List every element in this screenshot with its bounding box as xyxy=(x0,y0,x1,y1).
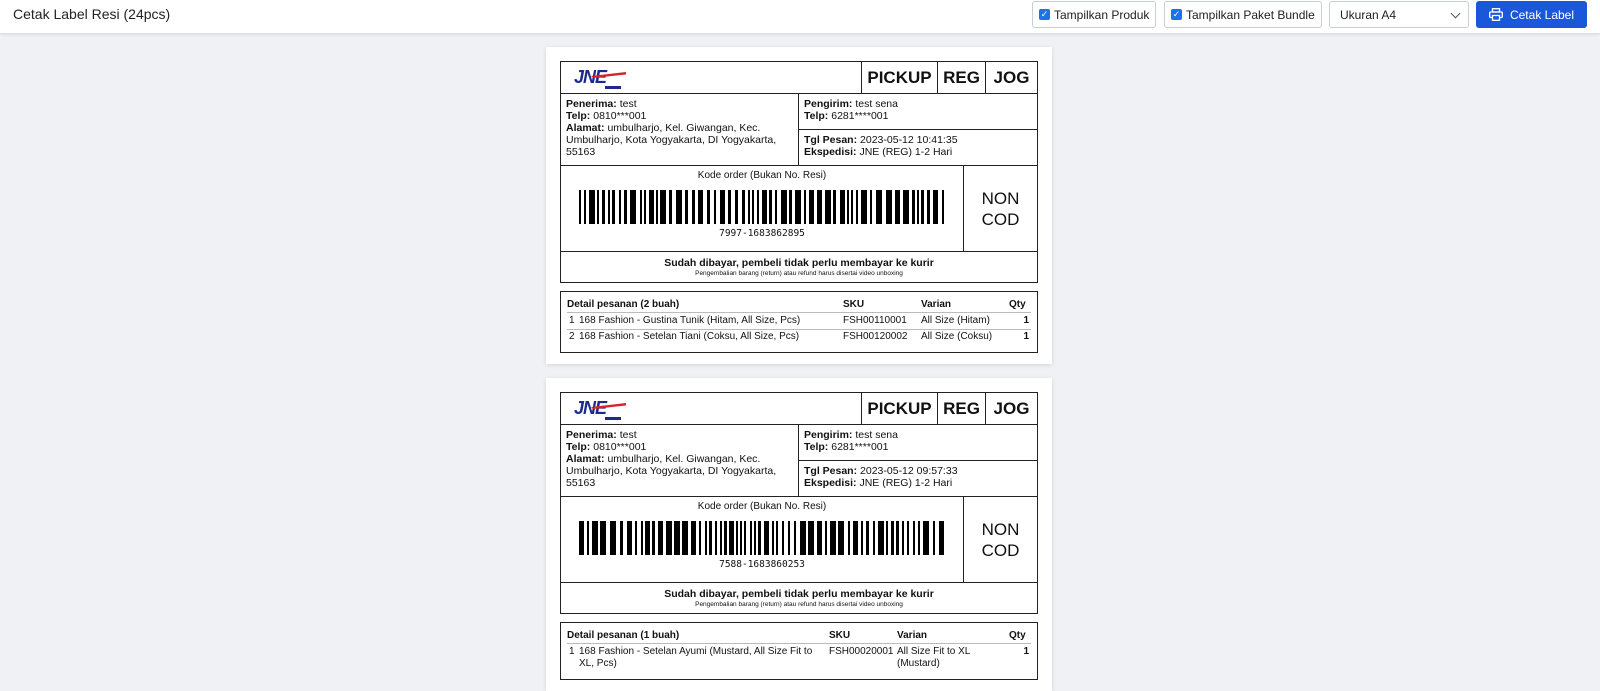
paid-note: Sudah dibayar, pembeli tidak perlu memba… xyxy=(664,257,934,269)
printer-icon xyxy=(1489,8,1503,21)
checkbox-checked-icon: ✓ xyxy=(1171,9,1182,20)
label-header: JNE PICKUP REG JOG xyxy=(561,393,1037,425)
order-info: Tgl Pesan: 2023-05-12 10:41:35 Ekspedisi… xyxy=(804,134,958,158)
cod-status: NON COD xyxy=(963,497,1037,582)
jne-logo: JNE xyxy=(571,66,627,97)
col-qty: Qty xyxy=(1009,630,1026,641)
recipient-info: Penerima: test Telp: 0810***001 Alamat: … xyxy=(561,425,799,496)
col-sku: SKU xyxy=(829,630,851,641)
table-row: 1 168 Fashion - Setelan Ayumi (Mustard, … xyxy=(569,646,1029,669)
order-detail-table: Detail pesanan (1 buah) SKU Varian Qty 1… xyxy=(560,622,1038,680)
svg-text:JNE: JNE xyxy=(574,398,608,418)
item-name: 168 Fashion - Setelan Ayumi (Mustard, Al… xyxy=(579,646,813,669)
recipient-name: test xyxy=(619,429,637,441)
recipient-name: test xyxy=(619,98,637,110)
address-section: Penerima: test Telp: 0810***001 Alamat: … xyxy=(561,425,1037,497)
order-code-title: Kode order (Bukan No. Resi) xyxy=(697,170,827,181)
order-barcode xyxy=(579,190,944,224)
checkbox-checked-icon: ✓ xyxy=(1039,9,1050,20)
shipping-label-card: JNE PICKUP REG JOG Penerima: test Telp: … xyxy=(546,47,1052,364)
sender-phone: 6281****001 xyxy=(831,110,889,122)
show-products-label: Tampilkan Produk xyxy=(1054,7,1150,22)
col-variant: Varian xyxy=(921,299,952,310)
order-date: 2023-05-12 09:57:33 xyxy=(860,465,958,477)
service-tag: JOG xyxy=(985,62,1037,93)
recipient-info: Penerima: test Telp: 0810***001 Alamat: … xyxy=(561,94,799,165)
col-qty: Qty xyxy=(1009,299,1026,310)
col-variant: Varian xyxy=(897,630,928,641)
address-section: Penerima: test Telp: 0810***001 Alamat: … xyxy=(561,94,1037,166)
return-note: Pengembalian barang (return) atau refund… xyxy=(695,601,903,608)
table-row: 2 168 Fashion - Setelan Tiani (Coksu, Al… xyxy=(569,331,1029,342)
show-bundle-checkbox[interactable]: ✓ Tampilkan Paket Bundle xyxy=(1164,1,1322,28)
chevron-down-icon xyxy=(1450,8,1461,19)
service-tag: JOG xyxy=(985,393,1037,424)
expedition: JNE (REG) 1-2 Hari xyxy=(859,477,953,489)
print-label-text: Cetak Label xyxy=(1509,7,1575,22)
order-info: Tgl Pesan: 2023-05-12 09:57:33 Ekspedisi… xyxy=(804,465,958,489)
show-bundle-label: Tampilkan Paket Bundle xyxy=(1186,7,1315,22)
detail-header: Detail pesanan (2 buah) xyxy=(567,299,680,310)
label-header: JNE PICKUP REG JOG xyxy=(561,62,1037,94)
item-variant: All Size (Coksu) xyxy=(921,331,993,342)
order-code: 7588-1683860253 xyxy=(719,559,805,570)
order-date: 2023-05-12 10:41:35 xyxy=(860,134,958,146)
expedition: JNE (REG) 1-2 Hari xyxy=(859,146,953,158)
payment-note: Sudah dibayar, pembeli tidak perlu memba… xyxy=(561,583,1037,614)
col-sku: SKU xyxy=(843,299,865,310)
toolbar: Cetak Label Resi (24pcs) ✓ Tampilkan Pro… xyxy=(0,0,1600,34)
sender-name: test sena xyxy=(855,98,898,110)
sender-phone: 6281****001 xyxy=(831,441,889,453)
item-variant: All Size Fit to XL (Mustard) xyxy=(897,646,970,669)
table-header: Detail pesanan (1 buah) SKU Varian Qty xyxy=(567,629,1031,644)
show-products-checkbox[interactable]: ✓ Tampilkan Produk xyxy=(1032,1,1157,28)
item-sku: FSH00020001 xyxy=(829,646,894,657)
paper-size-select[interactable]: Ukuran A4 xyxy=(1329,1,1469,28)
sender-info: Pengirim: test sena Telp: 6281****001 xyxy=(799,94,1037,130)
return-note: Pengembalian barang (return) atau refund… xyxy=(695,270,903,277)
page-title: Cetak Label Resi (24pcs) xyxy=(13,6,171,22)
item-sku: FSH00120002 xyxy=(843,331,908,342)
item-variant: All Size (Hitam) xyxy=(921,315,990,326)
service-tag: REG xyxy=(937,393,985,424)
item-qty: 1 xyxy=(1023,315,1029,326)
item-qty: 1 xyxy=(1023,331,1029,342)
svg-text:JNE: JNE xyxy=(574,67,608,87)
order-barcode xyxy=(579,521,944,555)
sender-info: Pengirim: test sena Telp: 6281****001 xyxy=(799,425,1037,461)
order-detail-table: Detail pesanan (2 buah) SKU Varian Qty 1… xyxy=(560,291,1038,353)
barcode-section: Kode order (Bukan No. Resi) 7588-1683860… xyxy=(561,497,1037,583)
shipping-label: JNE PICKUP REG JOG Penerima: test Telp: … xyxy=(560,392,1038,614)
shipping-label: JNE PICKUP REG JOG Penerima: test Telp: … xyxy=(560,61,1038,283)
recipient-phone: 0810***001 xyxy=(593,110,647,122)
order-code: 7997-1683862895 xyxy=(719,228,805,239)
item-name: 168 Fashion - Setelan Tiani (Coksu, All … xyxy=(579,331,800,342)
print-label-button[interactable]: Cetak Label xyxy=(1476,1,1587,28)
item-sku: FSH00110001 xyxy=(843,315,907,326)
service-tag: REG xyxy=(937,62,985,93)
table-row: 1 168 Fashion - Gustina Tunik (Hitam, Al… xyxy=(567,314,1031,330)
order-code-title: Kode order (Bukan No. Resi) xyxy=(697,501,827,512)
item-name: 168 Fashion - Gustina Tunik (Hitam, All … xyxy=(579,315,801,326)
item-qty: 1 xyxy=(1023,646,1029,657)
sender-name: test sena xyxy=(855,429,898,441)
detail-header: Detail pesanan (1 buah) xyxy=(567,630,680,641)
paper-size-value: Ukuran A4 xyxy=(1340,7,1397,22)
payment-note: Sudah dibayar, pembeli tidak perlu memba… xyxy=(561,252,1037,283)
service-tag: PICKUP xyxy=(861,393,937,424)
service-tag: PICKUP xyxy=(861,62,937,93)
shipping-label-card: JNE PICKUP REG JOG Penerima: test Telp: … xyxy=(546,378,1052,691)
barcode-section: Kode order (Bukan No. Resi) 7997-1683862… xyxy=(561,166,1037,252)
jne-logo: JNE xyxy=(571,397,627,428)
recipient-phone: 0810***001 xyxy=(593,441,647,453)
table-header: Detail pesanan (2 buah) SKU Varian Qty xyxy=(567,298,1031,313)
paid-note: Sudah dibayar, pembeli tidak perlu memba… xyxy=(664,588,934,600)
cod-status: NON COD xyxy=(963,166,1037,251)
